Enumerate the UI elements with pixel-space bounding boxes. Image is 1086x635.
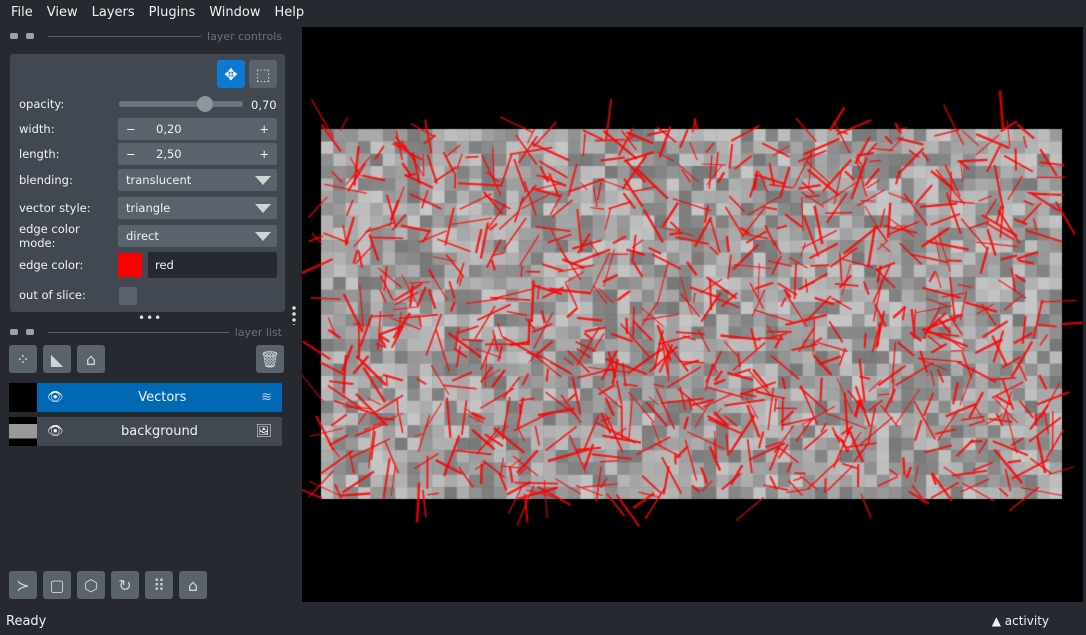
- grid-icon: ⠿: [153, 575, 165, 595]
- blending-label: blending:: [19, 173, 73, 187]
- opacity-slider[interactable]: [119, 96, 243, 112]
- out-of-slice-label: out of slice:: [19, 288, 86, 302]
- layer-thumbnail: [9, 383, 37, 412]
- eye-icon[interactable]: 👁: [47, 424, 64, 439]
- blending-dropdown[interactable]: translucent: [118, 169, 277, 191]
- menu-bar: File View Layers Plugins Window Help: [0, 0, 1086, 24]
- width-value[interactable]: 0,20: [148, 122, 259, 136]
- vectors-icon: ≋: [261, 390, 272, 405]
- layer-item-vectors[interactable]: 👁 Vectors ≋: [9, 383, 282, 412]
- image-icon: 🖼: [255, 424, 272, 439]
- transpose-button[interactable]: ↻: [111, 571, 139, 599]
- menu-view[interactable]: View: [40, 5, 85, 20]
- pan-zoom-button[interactable]: ✥: [217, 60, 245, 88]
- chevron-down-icon: [255, 204, 271, 213]
- layer-thumbnail: [9, 417, 37, 446]
- console-button[interactable]: ≻: [9, 571, 37, 599]
- opacity-handle[interactable]: [197, 96, 213, 112]
- menu-file[interactable]: File: [4, 5, 40, 20]
- layer-controls-panel: ✥ ⬚ opacity: 0,70 width: −0,20 + length: …: [10, 54, 285, 312]
- length-label: length:: [19, 147, 60, 161]
- viewer-canvas[interactable]: [302, 27, 1083, 602]
- trash-icon: 🗑: [259, 349, 281, 369]
- close-dock-icon[interactable]: [26, 329, 34, 335]
- ndisplay-button[interactable]: ▢: [43, 571, 71, 599]
- edge-color-value: red: [155, 258, 174, 272]
- select-button[interactable]: ⬚: [249, 60, 277, 88]
- splitter-handle[interactable]: •••: [138, 311, 162, 325]
- delete-layer-button[interactable]: 🗑: [256, 345, 284, 373]
- edge-color-label: edge color:: [19, 258, 84, 272]
- section-title: layer list: [234, 325, 282, 339]
- close-dock-icon[interactable]: [26, 33, 34, 39]
- chevron-down-icon: [255, 232, 271, 241]
- layer-item-background[interactable]: 👁 background 🖼: [9, 417, 282, 446]
- layer-name[interactable]: background: [64, 424, 256, 439]
- chevron-down-icon: [255, 176, 271, 185]
- float-icon[interactable]: [10, 33, 18, 39]
- vector-style-value: triangle: [126, 201, 171, 215]
- out-of-slice-checkbox[interactable]: [119, 287, 137, 305]
- length-value[interactable]: 2,50: [148, 147, 259, 161]
- width-spinbox[interactable]: −0,20 +: [118, 118, 277, 140]
- status-text: Ready: [6, 614, 47, 629]
- menu-layers[interactable]: Layers: [85, 5, 142, 20]
- length-spinbox[interactable]: −2,50 +: [118, 143, 277, 165]
- dock-resize-handle[interactable]: [292, 305, 296, 325]
- section-title: layer controls: [207, 29, 282, 43]
- activity-button[interactable]: ▲ activity: [992, 614, 1049, 628]
- vector-style-dropdown[interactable]: triangle: [118, 197, 277, 219]
- edge-color-mode-label: edge color mode:: [19, 222, 80, 250]
- layer-list-header: layer list: [10, 325, 282, 339]
- menu-help[interactable]: Help: [268, 5, 312, 20]
- float-icon[interactable]: [10, 329, 18, 335]
- edge-color-mode-dropdown[interactable]: direct: [118, 225, 277, 247]
- roll-dims-button[interactable]: ⬡: [77, 571, 105, 599]
- new-labels-layer-button[interactable]: ⌂: [77, 345, 105, 373]
- points-icon: ⁘: [16, 349, 30, 369]
- rotate-icon: ↻: [118, 575, 132, 595]
- layer-name[interactable]: Vectors: [64, 390, 262, 405]
- layer-controls-header: layer controls: [10, 29, 282, 43]
- tag-icon: ⌂: [85, 349, 97, 369]
- blending-value: translucent: [126, 173, 192, 187]
- menu-plugins[interactable]: Plugins: [142, 5, 203, 20]
- select-icon: ⬚: [255, 64, 271, 84]
- shapes-icon: ◣: [50, 349, 64, 369]
- edge-color-swatch[interactable]: [118, 253, 142, 277]
- new-shapes-layer-button[interactable]: ◣: [43, 345, 71, 373]
- new-points-layer-button[interactable]: ⁘: [9, 345, 37, 373]
- opacity-label: opacity:: [19, 97, 65, 111]
- move-icon: ✥: [224, 64, 238, 84]
- edge-color-mode-value: direct: [126, 229, 159, 243]
- edge-color-input[interactable]: red: [148, 252, 277, 278]
- square-icon: ▢: [49, 575, 65, 595]
- width-label: width:: [19, 122, 55, 136]
- vector-style-label: vector style:: [19, 201, 91, 215]
- terminal-icon: ≻: [16, 575, 30, 595]
- home-button[interactable]: ⌂: [179, 571, 207, 599]
- home-icon: ⌂: [187, 575, 199, 595]
- opacity-value: 0,70: [251, 98, 277, 112]
- grid-view-button[interactable]: ⠿: [145, 571, 173, 599]
- cube-rotate-icon: ⬡: [84, 575, 98, 595]
- eye-icon[interactable]: 👁: [47, 390, 64, 405]
- menu-window[interactable]: Window: [202, 5, 267, 20]
